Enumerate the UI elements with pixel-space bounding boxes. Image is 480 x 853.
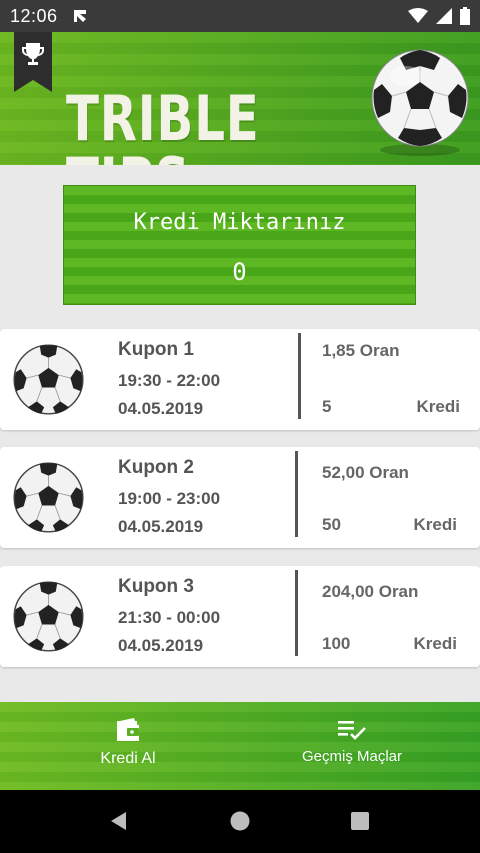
coupon-credit-label: Kredi <box>413 515 457 534</box>
soccer-ball-icon <box>13 462 84 533</box>
coupon-time: 19:00 - 23:00 <box>118 489 221 508</box>
trophy-icon <box>22 43 44 65</box>
coupon-credit-amount: 50 <box>322 515 341 534</box>
coupon-odds: 1,85 Oran <box>322 341 400 360</box>
status-icons <box>408 7 470 25</box>
wallet-icon <box>117 718 139 741</box>
coupon-card-1[interactable]: Kupon 1 19:30 - 22:00 04.05.2019 1,85 Or… <box>0 329 480 430</box>
nav-buy-credit-label: Kredi Al <box>100 750 156 767</box>
bottom-nav: Kredi Al Geçmiş Maçlar <box>0 702 480 790</box>
app-title: TRIBLE TIPS <box>66 82 260 166</box>
nav-past-matches[interactable]: Geçmiş Maçlar <box>292 718 412 765</box>
divider <box>298 333 301 419</box>
coupon-odds: 204,00 Oran <box>322 582 419 601</box>
coupon-date: 04.05.2019 <box>118 517 204 536</box>
soccer-ball-icon <box>13 581 84 652</box>
recents-icon[interactable] <box>349 810 371 832</box>
coupon-name: Kupon 3 <box>118 576 194 597</box>
coupon-name: Kupon 2 <box>118 457 194 478</box>
back-icon[interactable] <box>108 810 130 832</box>
wifi-icon <box>408 8 428 23</box>
coupon-card-2[interactable]: Kupon 2 19:00 - 23:00 04.05.2019 52,00 O… <box>0 447 480 548</box>
coupon-credit-amount: 100 <box>322 634 351 653</box>
battery-icon <box>460 7 470 25</box>
coupon-card-3[interactable]: Kupon 3 21:30 - 00:00 04.05.2019 204,00 … <box>0 566 480 667</box>
home-icon[interactable] <box>229 810 251 832</box>
coupon-date: 04.05.2019 <box>118 636 204 655</box>
header-banner: TRIBLE TIPS <box>0 32 480 165</box>
credit-balance-panel: Kredi Miktarınız 0 <box>63 185 416 305</box>
coupon-credit-amount: 5 <box>322 397 332 416</box>
coupon-date: 04.05.2019 <box>118 399 204 418</box>
notification-icon <box>73 10 86 22</box>
coupon-odds: 52,00 Oran <box>322 463 409 482</box>
soccer-ball-icon <box>371 49 469 156</box>
coupon-time: 19:30 - 22:00 <box>118 371 221 390</box>
nav-buy-credit[interactable]: Kredi Al <box>80 718 176 768</box>
coupon-name: Kupon 1 <box>118 339 194 360</box>
signal-icon <box>436 8 452 24</box>
playlist-check-icon <box>338 721 366 740</box>
system-nav-bar <box>0 790 480 853</box>
credit-value: 0 <box>232 258 247 286</box>
status-bar: 12:06 <box>0 0 480 32</box>
coupon-credit-label: Kredi <box>416 397 460 416</box>
divider <box>295 570 298 656</box>
nav-past-matches-label: Geçmiş Maçlar <box>301 748 402 765</box>
soccer-ball-icon <box>13 344 84 415</box>
credit-label: Kredi Miktarınız <box>133 210 346 235</box>
divider <box>295 451 298 537</box>
status-time: 12:06 <box>10 5 58 26</box>
coupon-credit-label: Kredi <box>413 634 457 653</box>
coupon-time: 21:30 - 00:00 <box>118 608 221 627</box>
